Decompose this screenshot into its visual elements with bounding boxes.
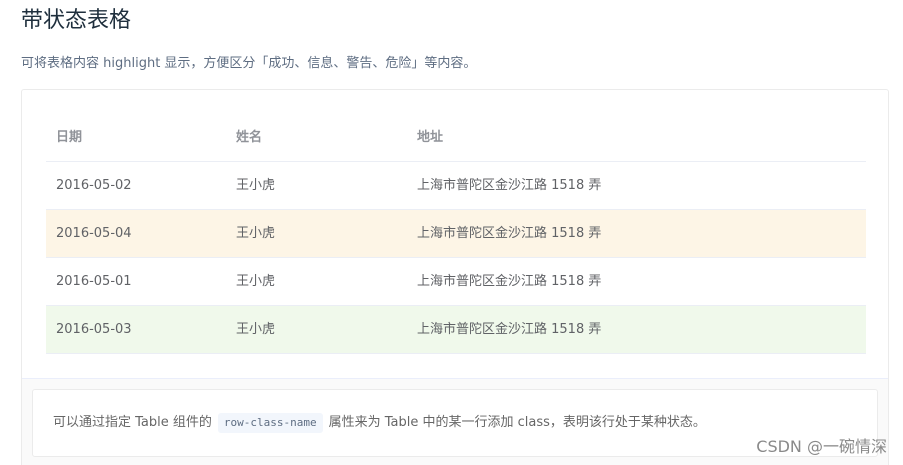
table-row-warning[interactable]: 2016-05-04 王小虎 上海市普陀区金沙江路 1518 弄 xyxy=(46,210,866,258)
inline-code: row-class-name xyxy=(217,412,323,433)
cell-date: 2016-05-04 xyxy=(56,226,132,241)
status-table: 日期 姓名 地址 2016-05-02 王小虎 上海市普陀区金沙江路 1518 … xyxy=(46,113,866,354)
cell-name: 王小虎 xyxy=(236,322,276,337)
table-row[interactable]: 2016-05-01 王小虎 上海市普陀区金沙江路 1518 弄 xyxy=(46,258,866,306)
cell-date: 2016-05-02 xyxy=(56,178,132,193)
page-title: 带状态表格 xyxy=(21,8,132,33)
header-name: 姓名 xyxy=(236,130,263,145)
header-date: 日期 xyxy=(56,130,83,145)
cell-address: 上海市普陀区金沙江路 1518 弄 xyxy=(417,178,602,193)
demo-block: 日期 姓名 地址 2016-05-02 王小虎 上海市普陀区金沙江路 1518 … xyxy=(21,89,889,465)
table-row-success[interactable]: 2016-05-03 王小虎 上海市普陀区金沙江路 1518 弄 xyxy=(46,306,866,354)
cell-address: 上海市普陀区金沙江路 1518 弄 xyxy=(417,322,602,337)
page: 带状态表格 可将表格内容 highlight 显示，方便区分「成功、信息、警告、… xyxy=(0,0,903,465)
header-address: 地址 xyxy=(417,130,444,145)
cell-address: 上海市普陀区金沙江路 1518 弄 xyxy=(417,226,602,241)
description-text-after: 属性来为 Table 中的某一行添加 class，表明该行处于某种状态。 xyxy=(328,415,706,430)
cell-name: 王小虎 xyxy=(236,274,276,289)
cell-name: 王小虎 xyxy=(236,178,276,193)
description-text-before: 可以通过指定 Table 组件的 xyxy=(53,415,212,430)
cell-date: 2016-05-03 xyxy=(56,322,132,337)
cell-address: 上海市普陀区金沙江路 1518 弄 xyxy=(417,274,602,289)
page-description: 可将表格内容 highlight 显示，方便区分「成功、信息、警告、危险」等内容… xyxy=(21,56,477,71)
table-row[interactable]: 2016-05-02 王小虎 上海市普陀区金沙江路 1518 弄 xyxy=(46,162,866,210)
watermark: CSDN @一碗情深 xyxy=(756,437,887,456)
table-header-row: 日期 姓名 地址 xyxy=(46,113,866,162)
demo-description: 可以通过指定 Table 组件的 row-class-name 属性来为 Table… xyxy=(32,389,878,457)
cell-date: 2016-05-01 xyxy=(56,274,132,289)
cell-name: 王小虎 xyxy=(236,226,276,241)
